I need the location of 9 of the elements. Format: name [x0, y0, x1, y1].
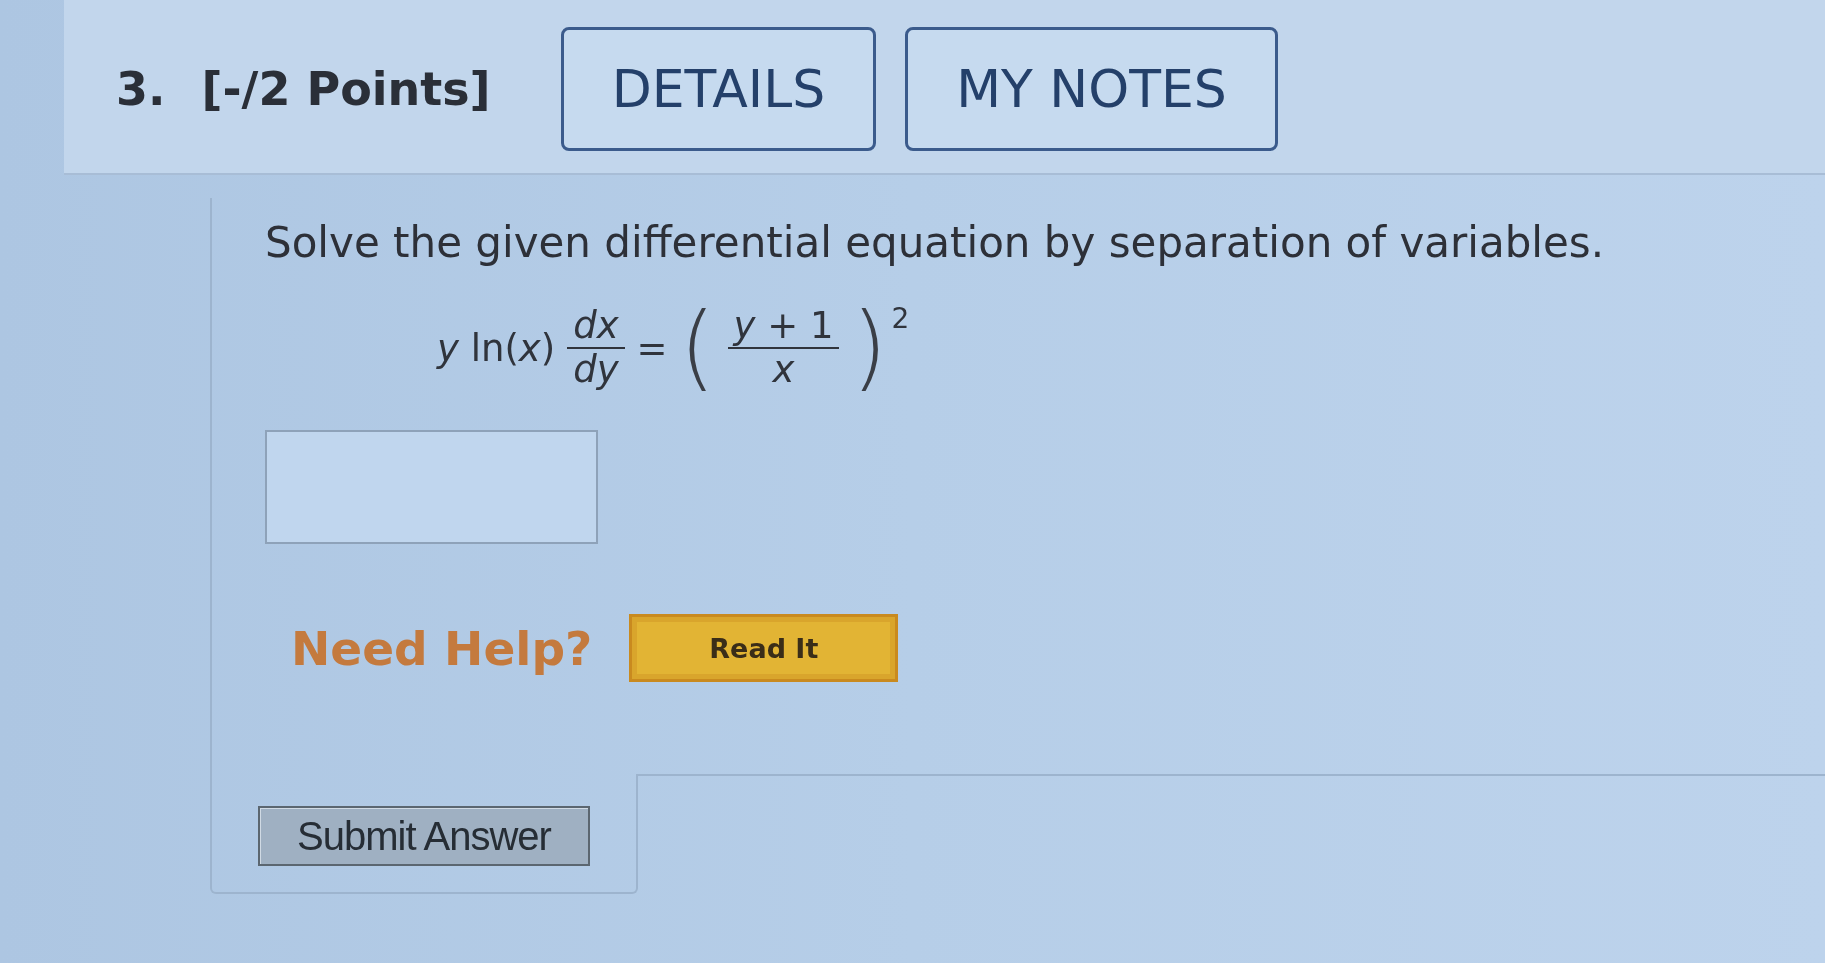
question-text: Solve the given differential equation by separation of variables.: [265, 218, 1605, 268]
points-label: [-/2 Points]: [201, 61, 491, 116]
question-number: 3.: [116, 61, 166, 116]
details-button[interactable]: DETAILS: [560, 26, 877, 151]
need-help-label: Need Help?: [291, 620, 593, 676]
submit-button[interactable]: Submit Answer: [258, 806, 590, 866]
read-button[interactable]: Read It: [629, 614, 899, 682]
answer-field[interactable]: [265, 430, 598, 544]
notes-button[interactable]: MY NOTES: [905, 26, 1278, 151]
